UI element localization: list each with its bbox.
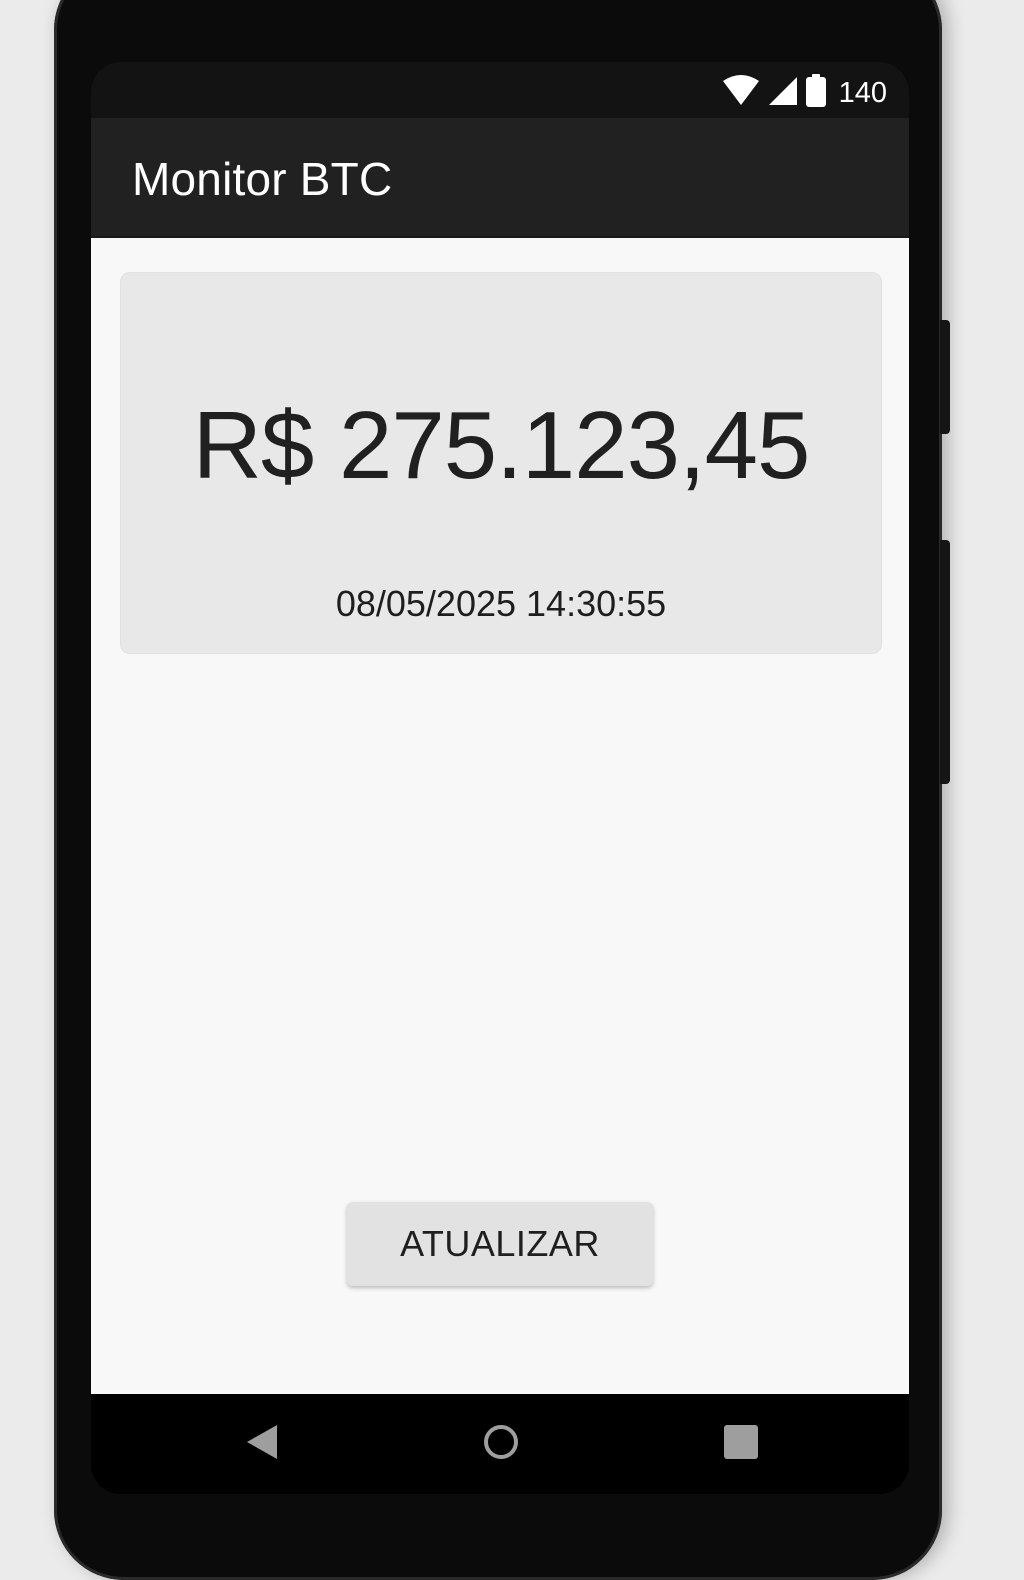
navigation-bar bbox=[91, 1394, 909, 1494]
phone-screen: 140 Monitor BTC R$ 275.123,45 08/05/2025… bbox=[91, 62, 909, 1494]
app-bar: Monitor BTC bbox=[91, 118, 909, 238]
nav-back-button[interactable] bbox=[239, 1422, 283, 1466]
nav-recents-button[interactable] bbox=[719, 1422, 763, 1466]
back-icon bbox=[243, 1423, 279, 1466]
main-content: R$ 275.123,45 08/05/2025 14:30:55 ATUALI… bbox=[91, 238, 909, 1394]
recents-icon bbox=[723, 1424, 759, 1465]
app-title: Monitor BTC bbox=[132, 153, 393, 205]
status-bar: 140 bbox=[91, 62, 909, 118]
battery-icon bbox=[805, 74, 827, 113]
price-card: R$ 275.123,45 08/05/2025 14:30:55 bbox=[120, 272, 882, 654]
update-button[interactable]: ATUALIZAR bbox=[347, 1202, 653, 1286]
wifi-icon bbox=[721, 75, 761, 112]
status-icons: 140 bbox=[721, 74, 887, 113]
battery-level-text: 140 bbox=[838, 77, 887, 109]
nav-home-button[interactable] bbox=[479, 1422, 523, 1466]
price-timestamp: 08/05/2025 14:30:55 bbox=[335, 583, 667, 624]
home-icon bbox=[481, 1422, 521, 1467]
power-button bbox=[940, 540, 950, 784]
cell-signal-icon bbox=[767, 75, 799, 112]
btc-price: R$ 275.123,45 bbox=[192, 392, 811, 499]
volume-button bbox=[940, 320, 950, 434]
